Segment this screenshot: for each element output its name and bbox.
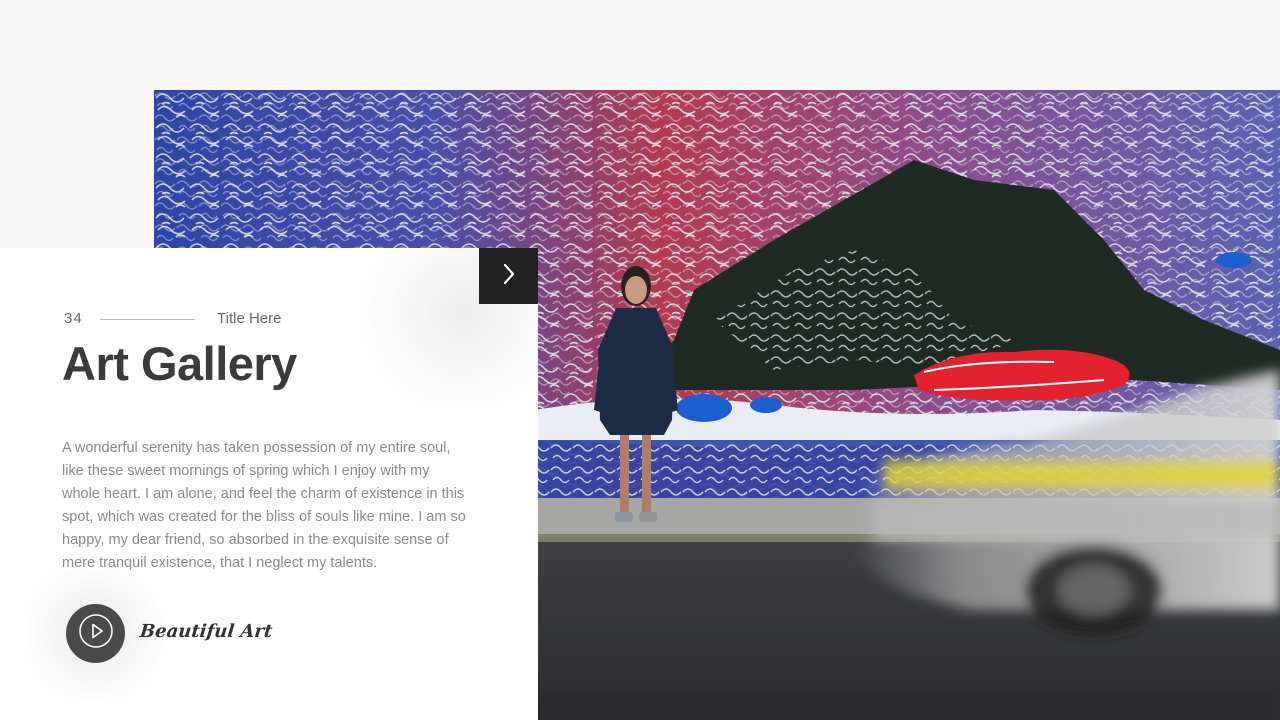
slide-number: 34: [64, 310, 83, 327]
divider-line: [100, 319, 195, 320]
page-title: Art Gallery: [62, 337, 297, 390]
small-title: Title Here: [217, 310, 282, 327]
content-card: 34 Title Here Art Gallery A wonderful se…: [0, 248, 538, 720]
next-slide-button[interactable]: [479, 248, 538, 304]
play-caption: Beautiful Art: [138, 621, 274, 642]
play-icon: [78, 613, 114, 654]
chevron-right-icon: [502, 263, 516, 290]
body-paragraph: A wonderful serenity has taken possessio…: [62, 440, 466, 571]
play-button[interactable]: [66, 604, 125, 663]
slide: 34 Title Here Art Gallery A wonderful se…: [0, 0, 1280, 720]
